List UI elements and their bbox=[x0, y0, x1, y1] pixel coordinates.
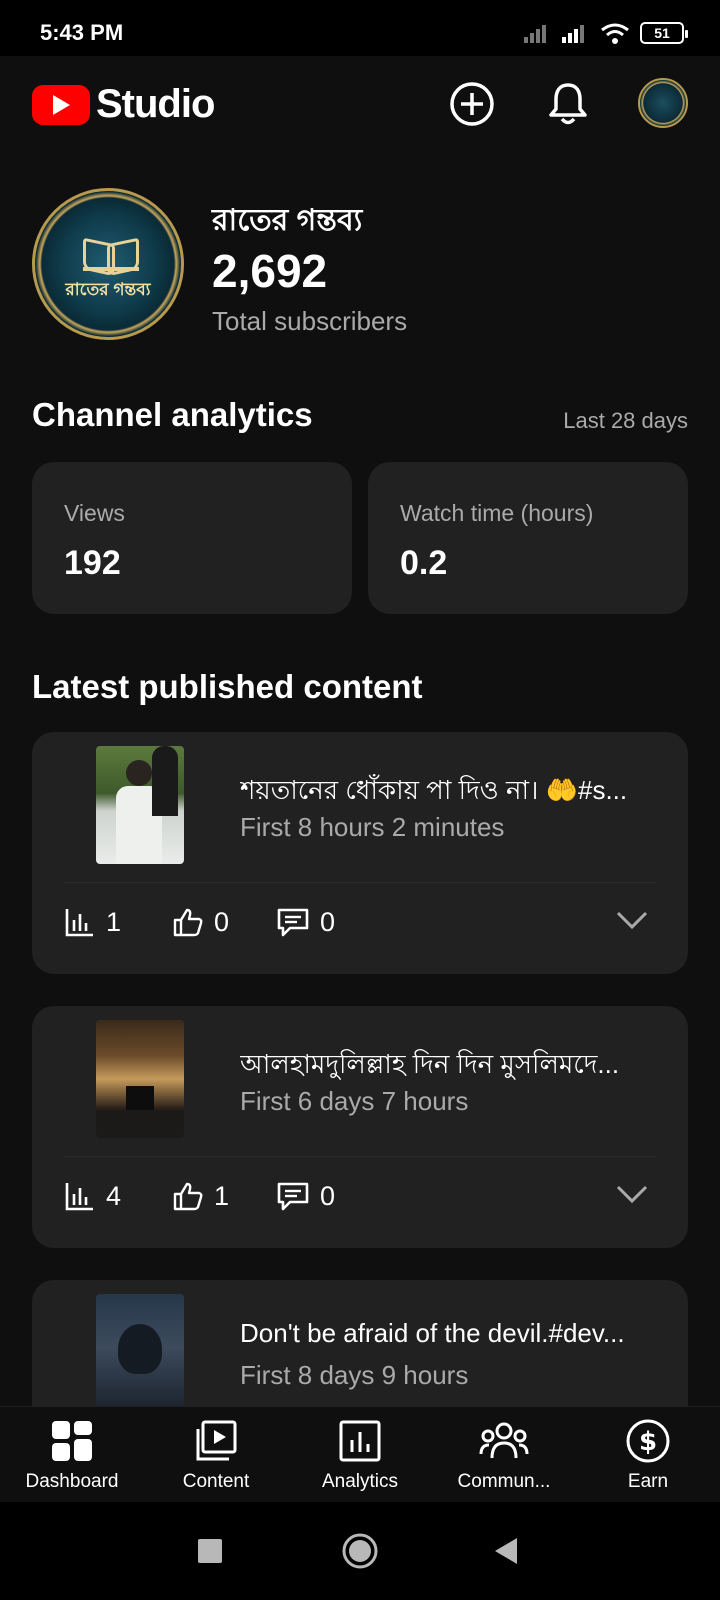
video-title: আলহামদুলিল্লাহ দিন দিন মুসলিমদে... bbox=[240, 1049, 620, 1079]
circle-icon bbox=[342, 1533, 378, 1569]
channel-avatar[interactable]: রাতের গন্তব্য bbox=[32, 188, 184, 340]
analytics-icon bbox=[288, 1417, 432, 1465]
expand-button[interactable] bbox=[616, 1184, 648, 1209]
thumbs-up-icon bbox=[173, 1182, 203, 1211]
likes-metric: 1 bbox=[172, 1180, 229, 1212]
dashboard-icon bbox=[0, 1417, 144, 1465]
app-header: Studio bbox=[0, 56, 720, 156]
nav-label: Commun... bbox=[457, 1471, 551, 1492]
signal-icon bbox=[562, 25, 584, 43]
latest-content-title: Latest published content bbox=[32, 668, 423, 705]
stat-value: 192 bbox=[64, 544, 121, 582]
create-button[interactable] bbox=[446, 78, 498, 130]
comments-count: 0 bbox=[320, 906, 336, 937]
subscriber-label: Total subscribers bbox=[212, 306, 408, 336]
comment-icon bbox=[277, 1182, 309, 1211]
bell-icon bbox=[549, 83, 587, 125]
back-button[interactable] bbox=[466, 1502, 546, 1600]
add-circle-icon bbox=[450, 82, 494, 126]
analytics-period: Last 28 days bbox=[563, 408, 688, 433]
content-card[interactable]: আলহামদুলিল্লাহ দিন দিন মুসলিমদে... First… bbox=[32, 1006, 688, 1248]
comments-metric: 0 bbox=[276, 1180, 335, 1212]
channel-avatar-text: রাতের গন্তব্য bbox=[65, 280, 151, 299]
signal-icon bbox=[524, 25, 546, 43]
square-icon bbox=[198, 1539, 222, 1563]
content-icon bbox=[144, 1417, 288, 1465]
wifi-icon bbox=[601, 23, 629, 44]
status-bar: 5:43 PM 51 bbox=[0, 0, 720, 56]
likes-metric: 0 bbox=[172, 906, 229, 938]
views-count: 4 bbox=[106, 1180, 122, 1211]
status-time: 5:43 PM bbox=[40, 20, 124, 45]
thumbs-up-icon bbox=[173, 908, 203, 937]
analytics-title: Channel analytics bbox=[32, 396, 313, 433]
youtube-logo-icon bbox=[32, 84, 90, 125]
earn-icon: $ bbox=[576, 1417, 720, 1465]
views-metric: 4 bbox=[64, 1180, 121, 1212]
nav-label: Dashboard bbox=[25, 1471, 119, 1492]
video-title: Don't be afraid of the devil.#dev... bbox=[240, 1318, 625, 1348]
recents-button[interactable] bbox=[170, 1502, 250, 1600]
views-count: 1 bbox=[106, 906, 122, 937]
nav-label: Analytics bbox=[321, 1471, 399, 1492]
account-avatar[interactable] bbox=[638, 78, 688, 128]
svg-text:$: $ bbox=[639, 1427, 657, 1457]
chevron-down-icon bbox=[616, 1185, 648, 1204]
content-card[interactable]: Don't be afraid of the devil.#dev... Fir… bbox=[32, 1280, 688, 1406]
book-icon bbox=[83, 235, 139, 271]
video-thumbnail[interactable] bbox=[96, 1020, 184, 1138]
bar-chart-icon bbox=[65, 909, 93, 937]
stat-label: Watch time (hours) bbox=[400, 500, 594, 526]
video-title: শয়তানের ধোঁকায় পা দিও না। 🤲#s... bbox=[240, 775, 628, 805]
nav-dashboard[interactable]: Dashboard bbox=[0, 1417, 144, 1493]
chevron-down-icon bbox=[616, 911, 648, 930]
views-metric: 1 bbox=[64, 906, 121, 938]
community-icon bbox=[432, 1417, 576, 1465]
video-meta: First 6 days 7 hours bbox=[240, 1086, 469, 1116]
watch-time-stat-card[interactable]: Watch time (hours) 0.2 bbox=[368, 462, 688, 614]
nav-community[interactable]: Commun... bbox=[432, 1417, 576, 1493]
status-icons: 51 bbox=[524, 22, 688, 44]
nav-label: Content bbox=[182, 1471, 250, 1492]
expand-button[interactable] bbox=[616, 910, 648, 935]
comment-icon bbox=[277, 908, 309, 937]
notifications-button[interactable] bbox=[542, 78, 594, 130]
video-thumbnail[interactable] bbox=[96, 1294, 184, 1406]
likes-count: 1 bbox=[214, 1180, 230, 1211]
nav-analytics[interactable]: Analytics bbox=[288, 1417, 432, 1493]
stat-value: 0.2 bbox=[400, 544, 448, 582]
studio-logo[interactable]: Studio bbox=[32, 82, 215, 127]
nav-label: Earn bbox=[627, 1471, 669, 1492]
likes-count: 0 bbox=[214, 906, 230, 937]
content-card[interactable]: শয়তানের ধোঁকায় পা দিও না। 🤲#s... First… bbox=[32, 732, 688, 974]
battery-level: 51 bbox=[654, 25, 670, 41]
nav-content[interactable]: Content bbox=[144, 1417, 288, 1493]
divider bbox=[64, 882, 656, 883]
divider bbox=[64, 1156, 656, 1157]
views-stat-card[interactable]: Views 192 bbox=[32, 462, 352, 614]
video-meta: First 8 hours 2 minutes bbox=[240, 812, 505, 842]
comments-metric: 0 bbox=[276, 906, 335, 938]
bottom-nav: Dashboard Content Analytics Commun... $ … bbox=[0, 1406, 720, 1502]
video-thumbnail[interactable] bbox=[96, 746, 184, 864]
video-meta: First 8 days 9 hours bbox=[240, 1360, 469, 1390]
subscriber-count: 2,692 bbox=[212, 245, 328, 297]
bar-chart-icon bbox=[65, 1183, 93, 1211]
back-triangle-icon bbox=[495, 1538, 517, 1564]
battery-icon: 51 bbox=[640, 22, 688, 44]
logo-text: Studio bbox=[96, 82, 215, 126]
system-nav-bar bbox=[0, 1502, 720, 1600]
channel-card: রাতের গন্তব্য রাতের গন্তব্য 2,692 Total … bbox=[32, 188, 692, 348]
home-button[interactable] bbox=[320, 1502, 400, 1600]
comments-count: 0 bbox=[320, 1180, 336, 1211]
nav-earn[interactable]: $ Earn bbox=[576, 1417, 720, 1493]
channel-name: রাতের গন্তব্য bbox=[212, 204, 363, 237]
stat-label: Views bbox=[64, 500, 125, 526]
